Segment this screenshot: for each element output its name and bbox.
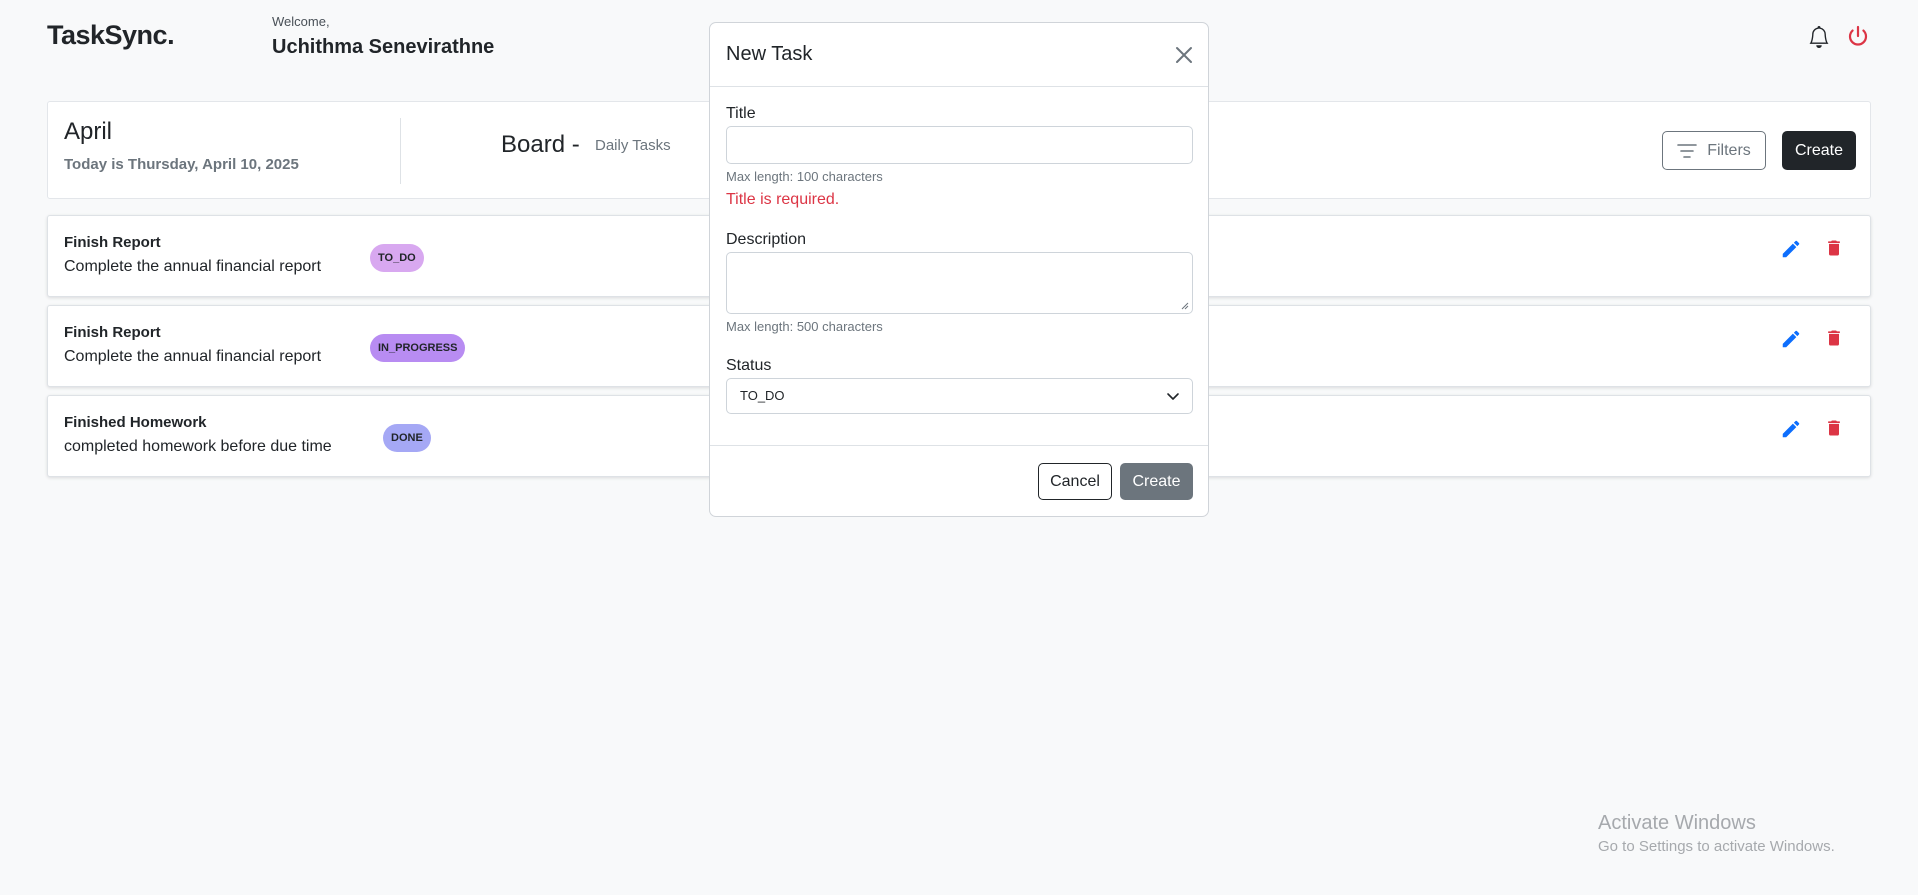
activate-windows-hint: Go to Settings to activate Windows. — [1598, 838, 1835, 855]
create-task-button[interactable]: Create — [1782, 131, 1856, 170]
task-title: Finish Report — [64, 324, 161, 341]
delete-icon[interactable] — [1824, 237, 1844, 259]
edit-icon[interactable] — [1780, 418, 1802, 440]
delete-icon[interactable] — [1824, 327, 1844, 349]
chevron-down-icon — [1167, 393, 1179, 400]
filters-button[interactable]: Filters — [1662, 131, 1766, 170]
new-task-modal: New Task Title Max length: 100 character… — [709, 22, 1209, 517]
modal-header: New Task — [710, 23, 1208, 87]
close-icon[interactable] — [1174, 45, 1194, 65]
description-hint: Max length: 500 characters — [726, 319, 883, 334]
resize-handle-icon[interactable] — [1181, 302, 1189, 310]
delete-icon[interactable] — [1824, 417, 1844, 439]
status-select-value: TO_DO — [740, 388, 785, 403]
month-title: April — [64, 118, 113, 145]
title-hint: Max length: 100 characters — [726, 169, 883, 184]
modal-footer-divider — [710, 445, 1208, 446]
task-description: Complete the annual financial report — [64, 258, 322, 275]
user-name: Uchithma Senevirathne — [272, 36, 495, 58]
filter-icon — [1677, 143, 1698, 158]
activate-windows-title: Activate Windows — [1598, 812, 1756, 834]
title-error: Title is required. — [726, 191, 840, 208]
description-textarea[interactable] — [726, 252, 1193, 314]
app-logo[interactable]: TaskSync. — [47, 20, 175, 51]
status-badge: DONE — [383, 424, 431, 452]
status-label: Status — [726, 357, 772, 374]
title-label: Title — [726, 105, 756, 122]
task-description: completed homework before due time — [64, 438, 332, 455]
status-badge: TO_DO — [370, 244, 424, 272]
filters-label: Filters — [1707, 141, 1751, 159]
description-label: Description — [726, 231, 807, 248]
task-description: Complete the annual financial report — [64, 348, 322, 365]
task-title: Finished Homework — [64, 414, 207, 431]
bell-icon[interactable] — [1808, 25, 1830, 49]
title-input[interactable] — [726, 126, 1193, 164]
status-badge: IN_PROGRESS — [370, 334, 466, 362]
welcome-label: Welcome, — [272, 14, 330, 29]
header-divider — [400, 118, 401, 184]
app-page: TaskSync. Welcome, Uchithma Senevirathne… — [0, 0, 1918, 895]
cancel-button[interactable]: Cancel — [1038, 463, 1112, 500]
edit-icon[interactable] — [1780, 238, 1802, 260]
board-subtitle: Daily Tasks — [595, 137, 671, 154]
power-icon[interactable] — [1846, 24, 1870, 48]
board-title: Board - — [501, 131, 580, 158]
status-select[interactable]: TO_DO — [726, 378, 1193, 414]
modal-title: New Task — [726, 43, 813, 65]
task-title: Finish Report — [64, 234, 161, 251]
edit-icon[interactable] — [1780, 328, 1802, 350]
today-date: Today is Thursday, April 10, 2025 — [64, 156, 299, 173]
modal-create-button[interactable]: Create — [1120, 463, 1193, 500]
